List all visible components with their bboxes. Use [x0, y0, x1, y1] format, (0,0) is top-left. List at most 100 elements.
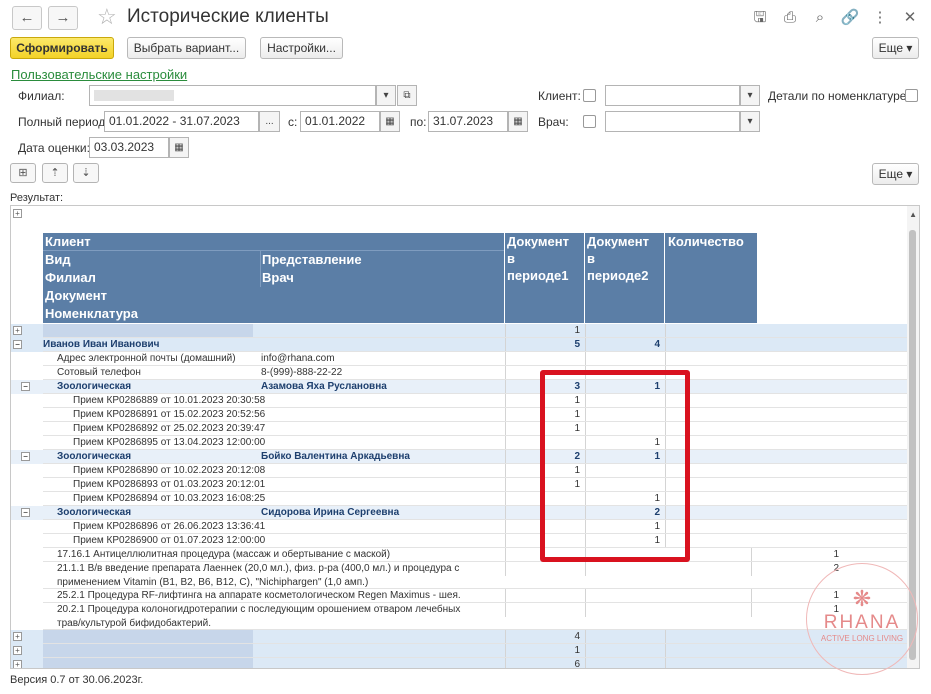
- expand-toggle-icon[interactable]: +: [13, 632, 22, 641]
- table-row[interactable]: Адрес электронной почты (домашний) info@r…: [11, 352, 907, 366]
- cell-p1: [505, 352, 584, 366]
- doctor-field[interactable]: [605, 111, 740, 132]
- flower-icon: ❋: [852, 586, 872, 611]
- table-row[interactable]: Прием КР0286890 от 10.02.2023 20:12:08 1: [11, 464, 907, 478]
- expand-toggle-icon[interactable]: −: [13, 340, 22, 349]
- cell-p1: 1: [505, 324, 584, 338]
- table-row[interactable]: − Зоологическая Азамова Яха Руслановна 3 1: [11, 380, 907, 394]
- branch-open-icon[interactable]: ⧉: [397, 85, 417, 106]
- table-row[interactable]: +1: [11, 644, 907, 658]
- table-row[interactable]: − Зоологическая Бойко Валентина Аркадьевна…: [11, 450, 907, 464]
- table-row[interactable]: 25.2.1 Процедура RF-лифтинга на аппарате…: [11, 589, 907, 603]
- link-icon[interactable]: 🔗: [840, 8, 860, 28]
- table-row[interactable]: Прием КР0286893 от 01.03.2023 20:12:01 1: [11, 478, 907, 492]
- to-date-field[interactable]: 31.07.2023: [428, 111, 508, 132]
- branch-field[interactable]: [89, 85, 376, 106]
- full-period-field[interactable]: 01.01.2022 - 31.07.2023: [104, 111, 259, 132]
- header-doc-period2-line2: в: [587, 251, 595, 266]
- table-row[interactable]: +6: [11, 658, 907, 668]
- doctor-label: Врач:: [538, 115, 569, 129]
- cell-p2: [585, 324, 664, 338]
- cell-p1: 5: [505, 338, 584, 352]
- table-row[interactable]: Сотовый телефон 8-(999)-888-22-22: [11, 366, 907, 380]
- expand-root-icon[interactable]: +: [13, 209, 22, 218]
- table-row[interactable]: Прием КР0286894 от 10.03.2023 16:08:25 1: [11, 492, 907, 506]
- doctor-checkbox[interactable]: [583, 115, 596, 128]
- client-field[interactable]: [605, 85, 740, 106]
- expand-toggle-icon[interactable]: +: [13, 326, 22, 335]
- client-dropdown-icon[interactable]: ▾: [740, 85, 760, 106]
- expand-all-icon[interactable]: ⊞: [10, 163, 36, 183]
- cell-q: [665, 658, 757, 668]
- table-row[interactable]: Прием КР0286891 от 15.02.2023 20:52:56 1: [11, 408, 907, 422]
- preview-icon[interactable]: ⌕: [810, 8, 830, 28]
- expand-toggle-icon[interactable]: +: [13, 660, 22, 668]
- branch-dropdown-icon[interactable]: ▾: [376, 85, 396, 106]
- watermark-brand: RHANA: [823, 612, 901, 633]
- more-icon[interactable]: ⋮: [870, 8, 890, 28]
- details-checkbox[interactable]: [905, 89, 918, 102]
- table-row[interactable]: +1: [11, 324, 907, 338]
- save-icon[interactable]: 🖫: [750, 8, 770, 28]
- header-client: Клиент: [45, 234, 91, 249]
- table-row[interactable]: Прием КР0286900 от 01.07.2023 12:00:00 1: [11, 534, 907, 548]
- close-icon[interactable]: ✕: [900, 8, 920, 28]
- settings-button[interactable]: Настройки...: [260, 37, 343, 59]
- table-row[interactable]: − Иванов Иван Иванович 5 4: [11, 338, 907, 352]
- client-checkbox[interactable]: [583, 89, 596, 102]
- header-doc-period1-line3: периоде1: [507, 268, 569, 283]
- table-row[interactable]: Прием КР0286889 от 10.01.2023 20:30:58 1: [11, 394, 907, 408]
- from-calendar-icon[interactable]: ▦: [380, 111, 400, 132]
- more-button[interactable]: Еще ▾: [872, 37, 919, 59]
- expand-toggle-icon[interactable]: −: [21, 382, 30, 391]
- from-label: с:: [288, 115, 298, 129]
- table-row[interactable]: Прием КР0286896 от 26.06.2023 13:36:41 1: [11, 520, 907, 534]
- row-label: Прием КР0286896 от 26.06.2023 13:36:41: [73, 521, 266, 532]
- assess-calendar-icon[interactable]: ▦: [169, 137, 189, 158]
- header-representation: Представление: [262, 252, 362, 267]
- table-row[interactable]: − Зоологическая Сидорова Ирина Сергеевна 2: [11, 506, 907, 520]
- table-row[interactable]: Прием КР0286892 от 25.02.2023 20:39:47 1: [11, 422, 907, 436]
- header-doc-period2: Документ в периоде2: [585, 233, 664, 323]
- cell-q: [665, 324, 757, 338]
- table-row[interactable]: 20.2.1 Процедура колоногидротерапии с по…: [11, 603, 907, 630]
- user-settings-link[interactable]: Пользовательские настройки: [11, 67, 187, 82]
- expand-groups-icon[interactable]: ⇣: [73, 163, 99, 183]
- cell-q: [665, 338, 757, 352]
- forward-button[interactable]: →: [48, 6, 78, 30]
- favorite-star-icon[interactable]: ☆: [97, 4, 117, 30]
- result-more-button[interactable]: Еще ▾: [872, 163, 919, 185]
- choose-variant-button[interactable]: Выбрать вариант...: [127, 37, 246, 59]
- assess-date-field[interactable]: 03.03.2023: [89, 137, 169, 158]
- period-select-button[interactable]: ...: [259, 111, 280, 132]
- cell-q: [665, 630, 757, 644]
- table-row[interactable]: Прием КР0286895 от 13.04.2023 12:00:00 1: [11, 436, 907, 450]
- rhana-watermark-logo: ❋ RHANA ACTIVE LONG LIVING: [806, 563, 918, 675]
- header-branch: Филиал: [45, 270, 96, 285]
- table-row[interactable]: 21.1.1 В/в введение препарата Лаеннек (2…: [11, 562, 907, 589]
- print-icon[interactable]: ⎙: [780, 8, 800, 28]
- row-label: Прием КР0286894 от 10.03.2023 16:08:25: [73, 493, 266, 504]
- expand-toggle-icon[interactable]: −: [21, 508, 30, 517]
- row-label: Прием КР0286900 от 01.07.2023 12:00:00: [73, 535, 266, 546]
- header-doctor: Врач: [262, 270, 294, 285]
- cell-q: [665, 644, 757, 658]
- expand-toggle-icon[interactable]: +: [13, 646, 22, 655]
- table-row[interactable]: +4: [11, 630, 907, 644]
- result-spreadsheet[interactable]: + Клиент Вид Представление Филиал Врач Д…: [10, 205, 920, 669]
- cell-p2: 4: [585, 338, 664, 352]
- doctor-dropdown-icon[interactable]: ▾: [740, 111, 760, 132]
- cell-p2: [585, 658, 664, 668]
- scroll-up-icon[interactable]: ▲: [909, 210, 917, 219]
- back-button[interactable]: ←: [12, 6, 42, 30]
- row-label: Прием КР0286895 от 13.04.2023 12:00:00: [73, 437, 266, 448]
- header-nomenclature: Номенклатура: [45, 306, 138, 321]
- row-representation: Бойко Валентина Аркадьевна: [261, 451, 410, 462]
- generate-button[interactable]: Сформировать: [10, 37, 114, 59]
- to-calendar-icon[interactable]: ▦: [508, 111, 528, 132]
- from-date-field[interactable]: 01.01.2022: [300, 111, 380, 132]
- collapse-groups-icon[interactable]: ⇡: [42, 163, 68, 183]
- row-label: Прием КР0286893 от 01.03.2023 20:12:01: [73, 479, 266, 490]
- expand-toggle-icon[interactable]: −: [21, 452, 30, 461]
- table-row[interactable]: 17.16.1 Антицеллюлитная процедура (масса…: [11, 548, 907, 562]
